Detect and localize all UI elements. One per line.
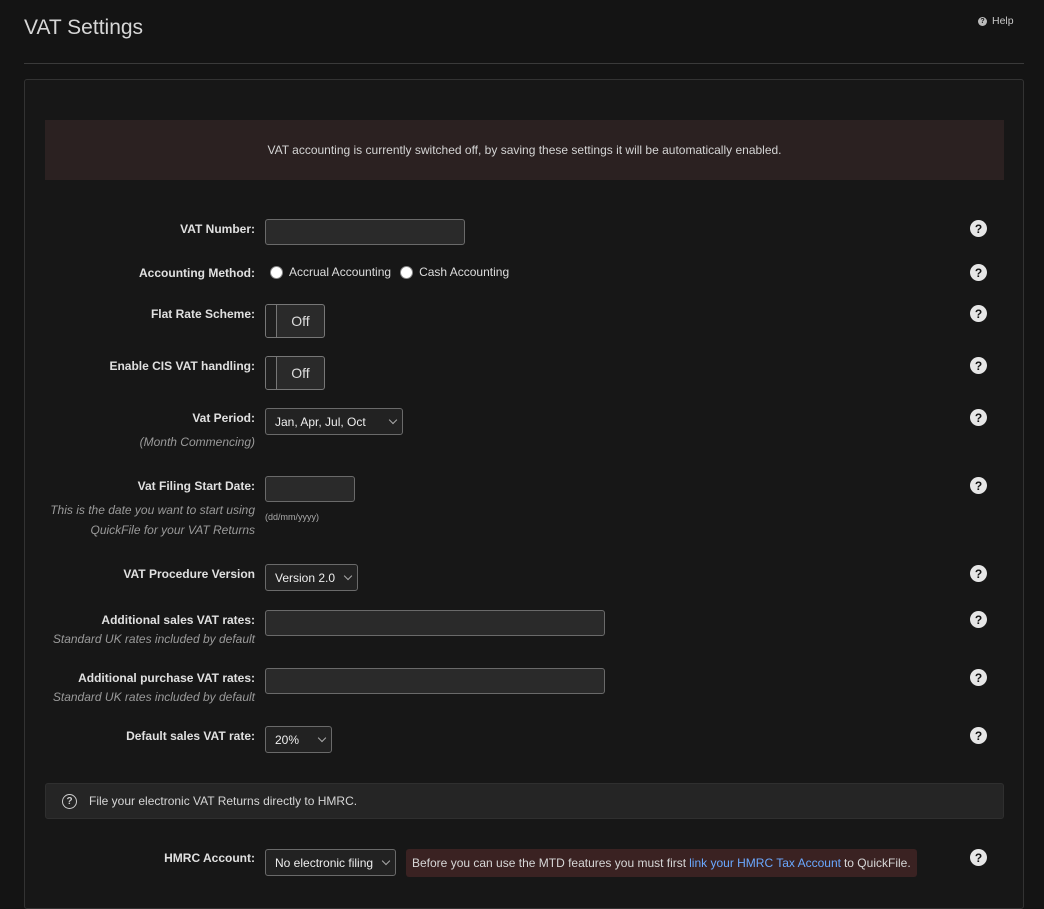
link-hmrc-account-link[interactable]: link your HMRC Tax Account [689,856,841,870]
hmrc-account-help-icon[interactable]: ? [970,849,987,866]
sales-rates-sub: Standard UK rates included by default [52,632,255,646]
purchase-rates-help-icon[interactable]: ? [970,669,987,686]
vat-period-select[interactable]: Jan, Apr, Jul, Oct [265,408,403,435]
purchase-rates-sub: Standard UK rates included by default [52,690,255,704]
vat-period-sub: (Month Commencing) [139,435,255,449]
chevron-down-icon [317,733,327,743]
flat-rate-toggle[interactable]: Off [265,304,325,338]
cis-label: Enable CIS VAT handling: [109,359,255,373]
hmrc-info-bar: ? File your electronic VAT Returns direc… [45,783,1004,819]
filing-start-label: Vat Filing Start Date: [137,479,255,493]
cis-state: Off [291,365,310,381]
vat-period-label: Vat Period: [192,411,255,425]
flat-rate-label: Flat Rate Scheme: [150,307,255,321]
question-circle-icon: ? [62,793,77,809]
procedure-version-help-icon[interactable]: ? [970,565,987,582]
filing-start-input[interactable] [265,476,355,502]
hmrc-account-select[interactable]: No electronic filing [265,849,396,876]
alert-message: VAT accounting is currently switched off… [267,143,782,157]
sales-rates-help-icon[interactable]: ? [970,611,987,628]
mtd-note-after: to QuickFile. [843,856,911,870]
purchase-rates-input[interactable] [265,668,605,694]
procedure-version-label: VAT Procedure Version [123,567,255,581]
page-title: VAT Settings [24,16,144,39]
cash-accounting-radio[interactable] [400,265,414,279]
default-rate-selected: 20% [275,732,300,747]
help-label: Help [992,15,1014,27]
vat-number-input[interactable] [265,219,465,245]
hmrc-account-label: HMRC Account: [164,851,255,865]
info-message: File your electronic VAT Returns directl… [89,794,358,808]
sales-rates-label: Additional sales VAT rates: [101,613,255,627]
vat-number-label: VAT Number: [180,222,255,236]
filing-start-sub: This is the date you want to start using… [50,503,255,537]
chevron-down-icon [381,856,391,866]
question-icon: ? [978,16,987,26]
toggle-knob [266,305,277,337]
accounting-method-label: Accounting Method: [139,266,255,280]
mtd-note-before: Before you can use the MTD features you … [412,856,687,870]
accrual-accounting-label[interactable]: Accrual Accounting [289,265,391,279]
cis-toggle[interactable]: Off [265,356,325,390]
accounting-method-help-icon[interactable]: ? [970,264,987,281]
chevron-down-icon [343,571,353,581]
default-rate-help-icon[interactable]: ? [970,727,987,744]
procedure-version-selected: Version 2.0 [275,570,336,585]
flat-rate-state: Off [291,313,310,329]
vat-period-help-icon[interactable]: ? [970,409,987,426]
chevron-down-icon [388,415,398,425]
filing-start-help-icon[interactable]: ? [970,477,987,494]
toggle-knob [266,357,277,389]
cis-help-icon[interactable]: ? [970,357,987,374]
vat-number-help-icon[interactable]: ? [970,220,987,237]
accounting-method-radios: Accrual Accounting Cash Accounting [270,265,518,279]
title-divider [24,63,1024,64]
sales-rates-input[interactable] [265,610,605,636]
default-rate-select[interactable]: 20% [265,726,332,753]
date-format-hint: (dd/mm/yyyy) [265,512,319,522]
default-rate-label: Default sales VAT rate: [126,729,255,743]
hmrc-account-selected: No electronic filing [275,855,374,870]
purchase-rates-label: Additional purchase VAT rates: [78,671,255,685]
vat-period-selected: Jan, Apr, Jul, Oct [275,414,366,429]
accrual-accounting-radio[interactable] [270,265,283,279]
flat-rate-help-icon[interactable]: ? [970,305,987,322]
cash-accounting-label[interactable]: Cash Accounting [419,265,509,279]
vat-disabled-alert: VAT accounting is currently switched off… [45,120,1004,180]
help-link[interactable]: ? Help [978,15,1014,27]
procedure-version-select[interactable]: Version 2.0 [265,564,358,591]
mtd-warning-note: Before you can use the MTD features you … [406,849,917,877]
